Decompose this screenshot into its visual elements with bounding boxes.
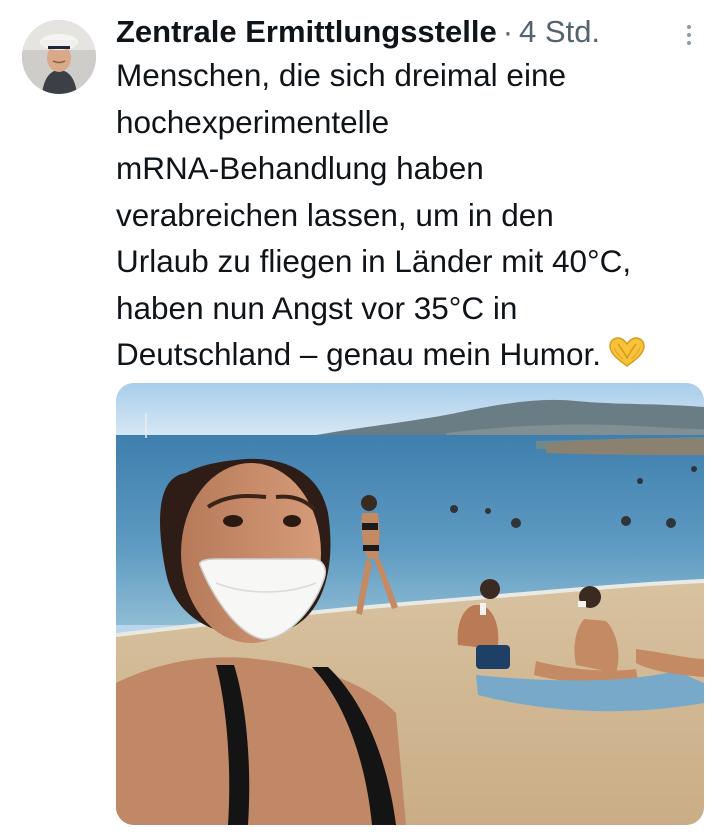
more-icon-dot bbox=[687, 25, 691, 29]
author-display-name[interactable]: Zentrale Ermittlungsstelle bbox=[116, 10, 497, 54]
tweet-text-block: Menschen, die sich dreimal eine hochexpe… bbox=[116, 52, 716, 381]
tweet-header: Zentrale Ermittlungsstelle · 4 Std. bbox=[116, 10, 600, 54]
heart-hands-emoji-icon bbox=[607, 334, 647, 381]
avatar-icon bbox=[22, 20, 96, 94]
tweet-text: Menschen, die sich dreimal eine hochexpe… bbox=[116, 57, 632, 372]
more-icon-dot bbox=[687, 41, 691, 45]
author-avatar[interactable] bbox=[22, 20, 96, 94]
more-options-button[interactable] bbox=[678, 20, 700, 50]
more-icon-dot bbox=[687, 33, 691, 37]
beach-photo-image bbox=[116, 383, 704, 825]
tweet-photo[interactable] bbox=[116, 383, 704, 825]
tweet: Zentrale Ermittlungsstelle · 4 Std. Mens… bbox=[0, 0, 727, 839]
header-separator: · bbox=[502, 14, 514, 49]
tweet-timestamp[interactable]: 4 Std. bbox=[519, 10, 600, 54]
